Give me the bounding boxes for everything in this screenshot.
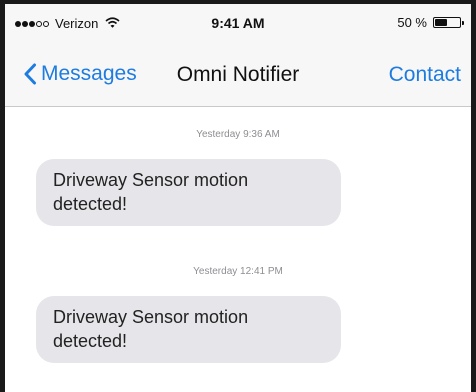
battery-status: 50 %: [397, 15, 464, 30]
message-timestamp: Yesterday 12:41 PM: [193, 266, 283, 277]
phone-screen: Verizon 9:41 AM 50 % Messages Omni Notif…: [0, 0, 476, 392]
battery-fill: [435, 19, 447, 26]
battery-icon: [433, 17, 464, 28]
message-bubble[interactable]: Driveway Sensor motion detected!: [36, 296, 341, 363]
battery-percent: 50 %: [397, 15, 427, 30]
contact-button[interactable]: Contact: [389, 63, 461, 87]
navigation-bar: Messages Omni Notifier Contact: [5, 44, 471, 107]
message-bubble[interactable]: Driveway Sensor motion detected!: [36, 159, 341, 226]
status-bar: Verizon 9:41 AM 50 %: [5, 4, 471, 44]
message-timestamp: Yesterday 9:36 AM: [196, 129, 280, 140]
message-thread[interactable]: Yesterday 9:36 AM Driveway Sensor motion…: [5, 107, 471, 392]
battery-nub: [462, 21, 464, 25]
